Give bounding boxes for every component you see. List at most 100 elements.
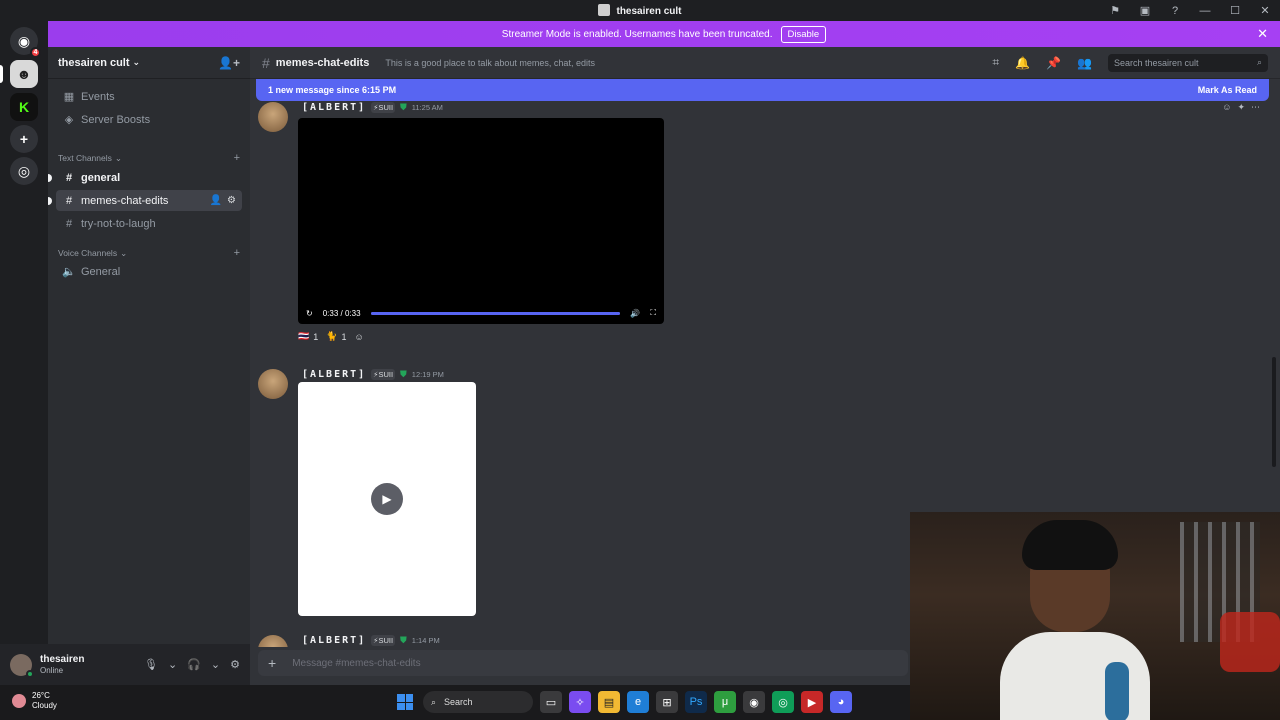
invite-icon[interactable]: 👤	[210, 195, 222, 206]
calendar-icon: ▦	[63, 91, 75, 103]
volume-icon[interactable]: 🔊	[630, 309, 640, 318]
close-icon[interactable]: ✕	[1250, 0, 1280, 21]
message-actions: ☺ ✦ ⋯	[1222, 102, 1260, 113]
reactions: 🇹🇭 1 🐈 1 ☺	[298, 331, 364, 342]
channel-sidebar: thesairen cult ⌄ 👤+ ▦ Events ◈ Server Bo…	[48, 47, 250, 644]
avatar[interactable]	[258, 369, 288, 399]
message-author[interactable]: [ALBERT]	[302, 102, 366, 113]
avatar[interactable]	[10, 653, 34, 678]
chevron-down-icon[interactable]: ⌄	[211, 658, 220, 671]
unread-indicator	[48, 196, 52, 205]
upload-plus-icon[interactable]: +	[268, 655, 276, 671]
banner-close-icon[interactable]: ✕	[1257, 26, 1268, 42]
maximize-icon[interactable]: ☐	[1220, 0, 1250, 21]
more-icon[interactable]: ⋯	[1251, 102, 1260, 113]
weather-widget[interactable]: 26°C Cloudy	[12, 691, 57, 711]
bell-icon[interactable]: 🔔	[1015, 56, 1030, 70]
message-author[interactable]: [ALBERT]	[302, 369, 366, 380]
discord-taskbar-icon[interactable]: ◕	[830, 691, 852, 713]
channel-memes-chat-edits[interactable]: # memes-chat-edits 👤 ⚙	[48, 190, 242, 211]
search-input[interactable]: Search thesairen cult ⌕	[1108, 53, 1268, 72]
capcut-icon[interactable]: ▶	[801, 691, 823, 713]
scrollbar[interactable]	[1272, 357, 1276, 467]
threads-icon[interactable]: ⌗	[992, 55, 999, 70]
microphone-icon[interactable]: 🎙	[144, 658, 158, 671]
reaction-count: 1	[313, 331, 319, 342]
server-kick-icon[interactable]: K	[10, 93, 38, 121]
category-text-channels[interactable]: Text Channels ⌄ +	[58, 151, 240, 165]
utorrent-icon[interactable]: μ	[714, 691, 736, 713]
reaction-emoji: 🐈	[326, 331, 338, 341]
discover-icon[interactable]: ◎	[10, 157, 38, 185]
edge-icon[interactable]: e	[627, 691, 649, 713]
notification-badge: 4	[30, 47, 41, 58]
channel-general[interactable]: # general	[48, 167, 242, 188]
chevron-down-icon: ⌄	[120, 247, 128, 258]
task-view-icon[interactable]: ▭	[540, 691, 562, 713]
search-icon: ⌕	[431, 696, 437, 707]
invite-people-icon[interactable]: 👤+	[218, 56, 240, 70]
server-thesairen-icon[interactable]: ☻	[10, 60, 38, 88]
flag-icon[interactable]: ⚑	[1100, 0, 1130, 21]
channel-try-not-to-laugh[interactable]: # try-not-to-laugh	[56, 213, 242, 234]
voice-channel-general[interactable]: 🔈 General	[56, 261, 242, 282]
weather-icon	[12, 694, 26, 708]
pin-icon[interactable]: 📌	[1046, 56, 1061, 70]
video-progress[interactable]	[370, 311, 621, 315]
video-thumbnail[interactable]: ▶	[298, 382, 476, 616]
category-voice-channels[interactable]: Voice Channels ⌄ +	[58, 246, 240, 260]
copilot-icon[interactable]: ✧	[569, 691, 591, 713]
message-input[interactable]: + Message #memes-chat-edits	[258, 650, 908, 676]
add-server-icon[interactable]: +	[10, 125, 38, 153]
sidebar-item-server-boosts[interactable]: ◈ Server Boosts	[56, 109, 242, 130]
reaction[interactable]: 🐈 1	[326, 331, 346, 342]
help-icon[interactable]: ?	[1160, 0, 1190, 21]
minimize-icon[interactable]: —	[1190, 0, 1220, 21]
reaction[interactable]: 🇹🇭 1	[298, 331, 318, 342]
gear-icon[interactable]: ⚙	[227, 195, 236, 206]
message-placeholder: Message #memes-chat-edits	[292, 657, 421, 669]
username: thesairen	[40, 653, 85, 665]
shield-icon: ⛊	[400, 635, 407, 645]
emoji-icon[interactable]: ☺	[1222, 102, 1231, 113]
replay-icon[interactable]: ↻	[306, 309, 313, 318]
new-messages-text: 1 new message since 6:15 PM	[268, 85, 397, 95]
video-player[interactable]: ↻ 0:33 / 0:33 🔊 ⛶	[298, 118, 664, 324]
taskbar-search[interactable]: ⌕ Search	[423, 691, 533, 713]
fullscreen-icon[interactable]: ⛶	[650, 308, 656, 318]
chrome-icon[interactable]: ◎	[772, 691, 794, 713]
mark-as-read-button[interactable]: Mark As Read	[1198, 85, 1257, 95]
obs-icon[interactable]: ◉	[743, 691, 765, 713]
play-icon[interactable]: ▶	[371, 483, 403, 515]
discord-home-icon[interactable]: ◉ 4	[10, 27, 41, 58]
streamer-mode-banner: Streamer Mode is enabled. Usernames have…	[48, 21, 1280, 47]
disable-button[interactable]: Disable	[780, 25, 827, 43]
reaction-icon[interactable]: ✦	[1237, 102, 1245, 113]
inbox-icon[interactable]: ▣	[1130, 0, 1160, 21]
create-channel-icon[interactable]: +	[234, 247, 240, 259]
taskbar-search-label: Search	[444, 697, 473, 707]
new-messages-bar[interactable]: 1 new message since 6:15 PM Mark As Read	[256, 79, 1269, 101]
weather-desc: Cloudy	[32, 701, 57, 710]
avatar[interactable]	[258, 102, 288, 132]
file-explorer-icon[interactable]: ▤	[598, 691, 620, 713]
chevron-down-icon[interactable]: ⌄	[168, 658, 177, 671]
store-icon[interactable]: ⊞	[656, 691, 678, 713]
headphones-icon[interactable]: 🎧	[187, 658, 201, 671]
create-channel-icon[interactable]: +	[234, 152, 240, 164]
photoshop-icon[interactable]: Ps	[685, 691, 707, 713]
hash-icon: #	[262, 54, 270, 71]
server-header[interactable]: thesairen cult ⌄ 👤+	[48, 47, 250, 79]
sidebar-item-events[interactable]: ▦ Events	[56, 86, 242, 107]
sidebar-item-label: Events	[81, 90, 115, 103]
message-timestamp: 12:19 PM	[411, 370, 444, 379]
start-icon[interactable]	[394, 691, 416, 713]
search-placeholder: Search thesairen cult	[1114, 57, 1199, 68]
member-list-icon[interactable]: 👥	[1077, 56, 1092, 70]
channel-topic[interactable]: This is a good place to talk about memes…	[385, 58, 595, 68]
gear-icon[interactable]: ⚙	[230, 658, 240, 671]
message-timestamp: 1:14 PM	[411, 636, 440, 645]
avatar[interactable]	[258, 635, 288, 647]
message-author[interactable]: [ALBERT]	[302, 635, 366, 646]
add-reaction-icon[interactable]: ☺	[354, 332, 363, 342]
